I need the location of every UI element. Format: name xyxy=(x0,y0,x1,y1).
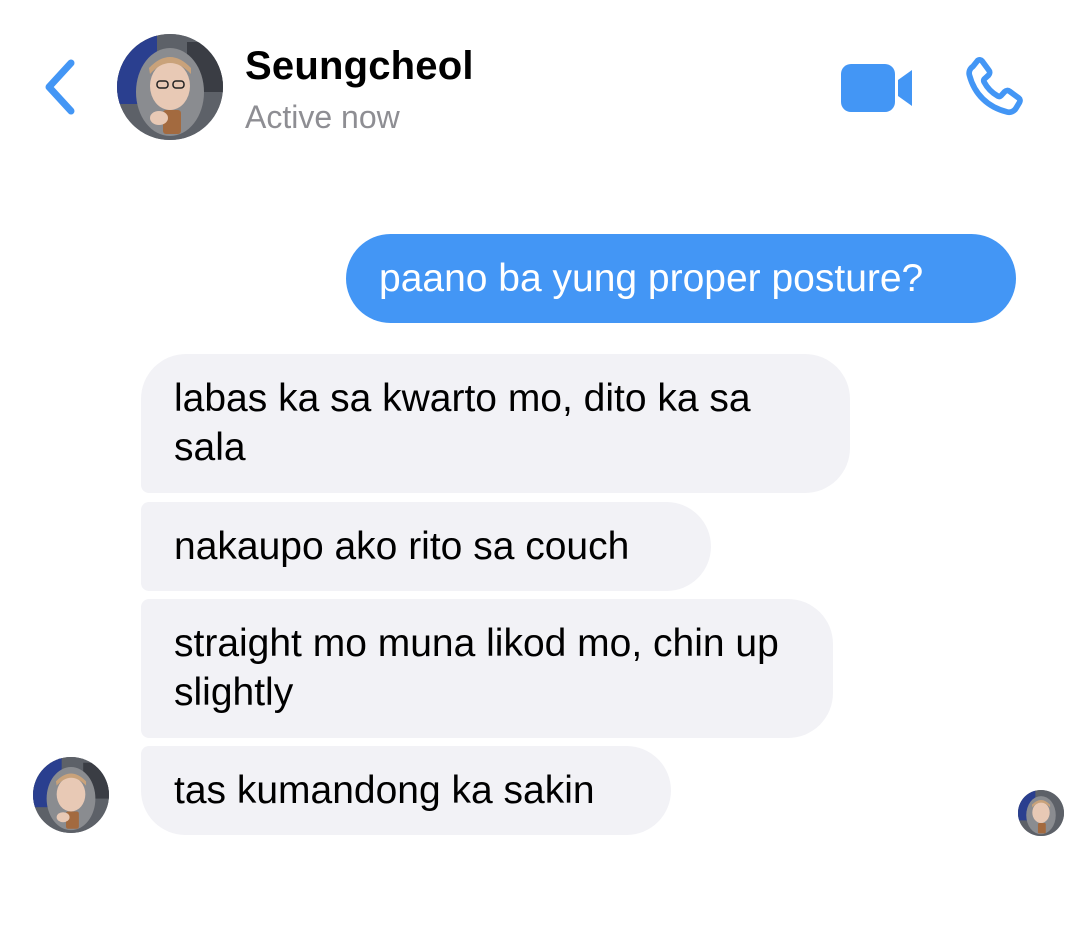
incoming-message[interactable]: straight mo muna likod mo, chin up sligh… xyxy=(141,599,833,738)
contact-avatar[interactable] xyxy=(117,34,223,140)
outgoing-message[interactable]: paano ba yung proper posture? xyxy=(346,234,1016,323)
active-status: Active now xyxy=(245,99,400,135)
incoming-message[interactable]: nakaupo ako rito sa couch xyxy=(141,502,711,591)
video-call-button[interactable] xyxy=(838,58,918,118)
phone-icon xyxy=(966,57,1023,116)
sender-avatar[interactable] xyxy=(33,757,109,833)
contact-name[interactable]: Seungcheol xyxy=(245,44,474,89)
incoming-message[interactable]: labas ka sa kwarto mo, dito ka sa sala xyxy=(141,354,850,493)
incoming-message[interactable]: tas kumandong ka sakin xyxy=(141,746,671,835)
chevron-left-icon xyxy=(45,59,75,115)
conversation-header: Seungcheol Active now xyxy=(0,0,1080,170)
back-button[interactable] xyxy=(36,54,84,120)
voice-call-button[interactable] xyxy=(958,52,1030,124)
video-camera-icon xyxy=(841,64,912,112)
seen-indicator-avatar xyxy=(1018,790,1064,836)
